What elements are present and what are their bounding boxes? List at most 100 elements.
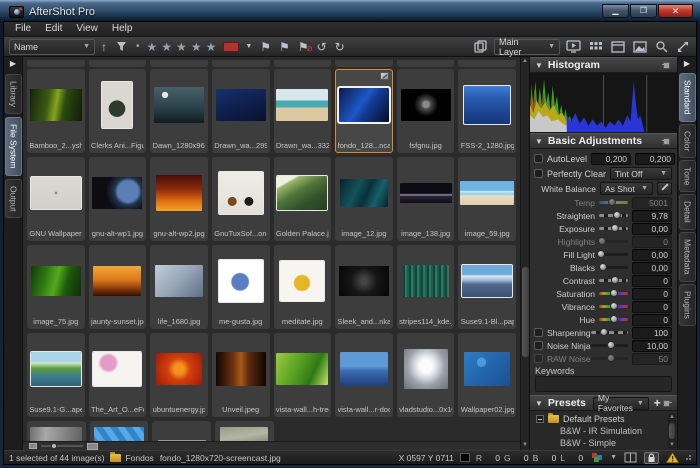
star-icon[interactable]: ★ (175, 40, 190, 54)
collapse-arrow-icon[interactable]: ▼ (535, 399, 543, 408)
slider-knob[interactable] (611, 224, 619, 232)
magnifier-icon[interactable] (653, 40, 670, 53)
grid-item-image-138-jpg[interactable]: image_138.jpg (397, 157, 455, 241)
scroll-down-icon[interactable]: ▼ (668, 441, 676, 449)
grid-item-ubuntuenergy-jpg[interactable]: ubuntuenergy.jpg (150, 333, 208, 417)
lock-icon[interactable] (644, 452, 659, 464)
rotate-right-icon[interactable]: ↻ (333, 40, 347, 54)
presets-header[interactable]: ▼ Presets My Favorites ▼ + (530, 395, 677, 411)
scrollbar-thumb[interactable] (669, 423, 675, 439)
grid-item-unveil-jpeg[interactable]: Unveil.jpeg (212, 333, 270, 417)
straighten-value[interactable]: 9,78 (632, 210, 672, 222)
rotate-left-icon[interactable]: ↺ (315, 40, 329, 54)
close-button[interactable]: ✕ (658, 4, 693, 18)
grid-item-gnu-alt-wp2-jpg[interactable]: gnu-alt-wp2.jpg (150, 157, 208, 241)
menu-file[interactable]: File (8, 22, 38, 36)
scroll-down-icon[interactable]: ▼ (521, 441, 529, 450)
grid-item[interactable] (215, 421, 274, 441)
exposure-slider[interactable] (599, 227, 628, 230)
grid-item-image-59-jpg[interactable]: image_59.jpg (458, 157, 516, 241)
exposure-value[interactable]: 0,00 (632, 223, 672, 235)
browse-view-icon[interactable] (609, 41, 627, 53)
slider-knob[interactable] (597, 250, 605, 258)
grid-item-gnutuxsof-on-v1-jpg[interactable]: GnuTuxSof...on-v1.jpg (212, 157, 270, 241)
grid-item-meditate-jpg[interactable]: meditate.jpg (274, 245, 332, 329)
sharpening-slider[interactable] (591, 331, 628, 334)
grid-item[interactable] (27, 421, 86, 441)
grid-item-clerks-ani-figure-jpg[interactable]: Clerks Ani...Figure.jpg (89, 69, 147, 153)
star-icon[interactable]: ★ (205, 40, 220, 54)
panel-collapse-arrow-icon[interactable]: ▶ (684, 59, 690, 69)
panel-tab-plugins[interactable]: Plugins (679, 284, 696, 326)
color-label-swatch[interactable] (223, 42, 239, 52)
grid-item-drawn-wa-332-jpg[interactable]: Drawn_wa...332_.jpg (274, 69, 332, 153)
grid-item-fsfgnu-jpg[interactable]: fsfgnu.jpg (397, 69, 455, 153)
filmstrip-icon[interactable] (623, 452, 638, 464)
flag-review-icon[interactable]: ⚑ (277, 40, 292, 54)
slideshow-icon[interactable] (564, 40, 583, 53)
pin-icon[interactable] (662, 137, 672, 146)
slider-knob[interactable] (600, 328, 608, 336)
hue-slider[interactable] (599, 318, 628, 321)
titlebar[interactable]: AfterShot Pro ▁ ❐ ✕ (3, 0, 697, 21)
grid-item-suse9-1-bl-papers-jpg[interactable]: Suse9.1-Bl...papers.jpg (458, 245, 516, 329)
layers-icon[interactable] (472, 40, 490, 53)
grid-item-gnu-wallpaper-2-jpg[interactable]: GNU Wallpaper 2.jpg (27, 157, 85, 241)
star-icon[interactable]: ★ (190, 40, 205, 54)
scrollbar-thumb[interactable] (522, 267, 529, 357)
layer-dropdown[interactable]: Main Layer ▼ (494, 39, 560, 55)
grid-item-stripes114-kde-jpg[interactable]: stripes114_kde.jpg (397, 245, 455, 329)
slider-knob[interactable] (607, 354, 615, 362)
sidebar-tab-output[interactable]: Output (5, 179, 22, 219)
raw-noise-slider[interactable] (591, 357, 628, 360)
grid-item-gnu-alt-wp1-jpg[interactable]: gnu-alt-wp1.jpg (89, 157, 147, 241)
blacks-value[interactable]: 0,00 (632, 262, 672, 274)
grid-item-me-gusta-jpg[interactable]: me-gusta.jpg (212, 245, 270, 329)
pin-icon[interactable] (662, 61, 672, 70)
grid-item-image-12-jpg[interactable]: image_12.jpg (335, 157, 393, 241)
sort-dropdown[interactable]: Name ▼ (9, 39, 95, 55)
slider-knob[interactable] (613, 211, 621, 219)
autolevel-value-0[interactable]: 0,200 (591, 153, 631, 165)
grid-item-fondo-128-ncast-jpg[interactable]: fondo_128...ncast.jpg (335, 69, 393, 153)
sharpening-value[interactable]: 100 (632, 327, 672, 339)
grid-item-image-75-jpg[interactable]: image_75.jpg (27, 245, 85, 329)
fullscreen-icon[interactable] (674, 40, 691, 53)
grid-item[interactable] (90, 421, 149, 441)
panel-collapse-arrow-icon[interactable]: ▶ (10, 59, 16, 69)
presets-collection-dropdown[interactable]: My Favorites ▼ (593, 397, 649, 410)
resize-grip[interactable] (686, 455, 691, 460)
contrast-slider[interactable] (599, 279, 628, 282)
grid-item-suse9-1-g-apers-jpg[interactable]: Suse9.1-G...apers.jpg (27, 333, 85, 417)
slider-knob[interactable] (598, 237, 606, 245)
raw-noise-checkbox[interactable] (534, 354, 543, 363)
highlights-value[interactable]: 0 (632, 236, 672, 248)
perfectly-clear-checkbox[interactable] (534, 169, 543, 178)
grid-item-drawn-wa-299-jpg[interactable]: Drawn_wa...299_.jpg (212, 69, 270, 153)
presets-scrollbar[interactable]: ▲ ▼ (668, 413, 676, 449)
slider-knob[interactable] (608, 198, 616, 206)
autolevel-checkbox[interactable] (534, 154, 543, 163)
collapse-box-icon[interactable] (536, 415, 544, 423)
grid-item-golden-palace-jpg[interactable]: Golden Palace.jpg (274, 157, 332, 241)
slider-knob[interactable] (599, 263, 607, 271)
slider-knob[interactable] (610, 289, 618, 297)
panel-tab-metadata[interactable]: Metadata (679, 232, 696, 281)
grid-item-jaunty-sunset-jpg[interactable]: jaunty-sunset.jpg (89, 245, 147, 329)
add-preset-button[interactable]: + (654, 397, 661, 409)
scroll-up-icon[interactable]: ▲ (521, 57, 529, 66)
collapse-arrow-icon[interactable]: ▼ (535, 137, 543, 146)
grid-scrollbar[interactable]: ▲ ▼ (520, 57, 529, 450)
grid-item-bamboo-2-ysha-jpg[interactable]: Bamboo_2...ysha.jpg (27, 69, 85, 153)
scroll-up-icon[interactable]: ▲ (668, 413, 676, 421)
flag-pick-icon[interactable]: ⚑ (258, 40, 273, 54)
panel-tab-tone[interactable]: Tone (679, 160, 696, 192)
thumbnail-view-icon[interactable] (587, 41, 605, 53)
warning-icon[interactable] (665, 452, 680, 464)
slider-knob[interactable] (611, 276, 619, 284)
panel-tab-color[interactable]: Color (679, 124, 696, 158)
grid-item-life-1680-jpg[interactable]: life_1680.jpg (150, 245, 208, 329)
slider-knob[interactable] (51, 443, 57, 449)
highlights-slider[interactable] (599, 240, 628, 243)
grid-item-vista-wall-h-tree-jpg[interactable]: vista-wall...h-tree.jpg (274, 333, 332, 417)
